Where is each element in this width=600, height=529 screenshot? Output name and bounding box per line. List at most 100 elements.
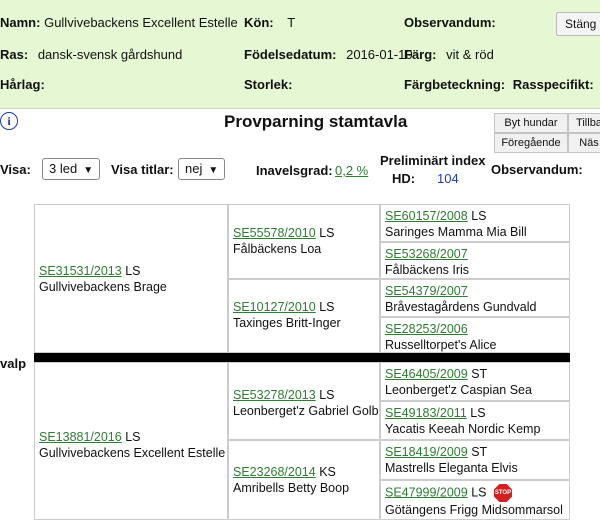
harlag-row: Hårlag: (0, 77, 45, 92)
great-grandparent: SE49183/2011 LS Yacatis Keeah Nordic Kem… (380, 401, 570, 440)
inavelsgrad-link[interactable]: 0,2 % (335, 163, 368, 178)
valp-label: valp (0, 356, 27, 371)
ras-row: Ras: dansk-svensk gårdshund (0, 47, 182, 62)
hd-index-value: 104 (437, 171, 459, 186)
visa-select-value: 3 led (49, 161, 78, 176)
pedigree-table: SE31531/2013 LS Gullvivebackens Brage SE… (34, 204, 570, 520)
ggp-suffix: ST (471, 445, 488, 459)
great-grandparent: SE53268/2007 Fålbäckens Iris (380, 242, 570, 279)
foregaende-button[interactable]: Föregående (494, 133, 568, 153)
gp4-reg-link[interactable]: SE23268/2014 (233, 465, 316, 479)
chevron-down-icon: ▼ (208, 165, 219, 176)
great-grandparent: SE60157/2008 LS Saringes Mamma Mia Bill (380, 204, 570, 242)
parent-dam: SE13881/2016 LS Gullvivebackens Excellen… (34, 362, 228, 520)
ggp-reg-link[interactable]: SE54379/2007 (385, 284, 468, 298)
kon-value: T (287, 15, 296, 30)
ggp-reg-link[interactable]: SE47999/2009 (385, 485, 468, 499)
gp3-suffix: LS (319, 388, 335, 402)
info-icon[interactable]: i (0, 112, 18, 130)
byt-hundar-button[interactable]: Byt hundar (494, 113, 568, 133)
gp4-suffix: KS (319, 465, 336, 479)
observandum-info: Observandum: (404, 15, 496, 30)
fargbeteckning-label: Färgbeteckning: (404, 77, 506, 92)
great-grandparent: SE54379/2007 Bråvestagårdens Gundvald (380, 279, 570, 317)
parent-sire: SE31531/2013 LS Gullvivebackens Brage (34, 204, 228, 353)
visa-label: Visa: (0, 162, 31, 177)
gp3-reg-link[interactable]: SE53278/2013 (233, 388, 316, 402)
gp4-name: Amribells Betty Boop (233, 481, 350, 495)
gp2-suffix: LS (319, 300, 335, 314)
fodelsedatum-label: Födelsedatum: (244, 47, 337, 62)
farg-label: Färg: (404, 47, 437, 62)
hd-label: HD: (392, 171, 416, 186)
ggp-reg-link[interactable]: SE60157/2008 (385, 209, 468, 223)
visa-titlar-select-value: nej (185, 161, 203, 176)
ggp-name: Götängens Frigg Midsommarsol (385, 503, 563, 517)
grandparent-4: SE23268/2014 KS Amribells Betty Boop (228, 440, 380, 520)
dog-info-panel: Namn: Gullvivebackens Excellent Estelle … (0, 0, 600, 109)
farg-value: vit & röd (446, 47, 494, 62)
ggp-suffix: ST (471, 367, 488, 381)
ggp-reg-link[interactable]: SE18419/2009 (385, 445, 468, 459)
great-grandparent: SE28253/2006 Russelltorpet's Alice (380, 317, 570, 353)
namn-value: Gullvivebackens Excellent Estelle (44, 15, 238, 30)
great-grandparent: SE47999/2009 LS STOP Götängens Frigg Mid… (380, 480, 570, 520)
ggp-reg-link[interactable]: SE46405/2009 (385, 367, 468, 381)
gp1-name: Fålbäckens Loa (233, 242, 322, 256)
ggp-name: Bråvestagårdens Gundvald (385, 300, 537, 314)
ggp-suffix: LS (471, 209, 487, 223)
grandparent-1: SE55578/2010 LS Fålbäckens Loa (228, 204, 380, 279)
great-grandparent: SE18419/2009 ST Mastrells Eleganta Elvis (380, 440, 570, 480)
grandparent-3: SE53278/2013 LS Leonberget'z Gabriel Gol… (228, 362, 380, 440)
visa-titlar-label: Visa titlar: (111, 162, 174, 177)
dam-name: Gullvivebackens Excellent Estelle (39, 446, 226, 460)
kon-label: Kön: (244, 15, 274, 30)
grandparent-2: SE10127/2010 LS Taxinges Britt-Inger (228, 279, 380, 353)
fargbeteckning-row: Färgbeteckning: Rasspecifikt: LS (404, 77, 600, 92)
gp2-reg-link[interactable]: SE10127/2010 (233, 300, 316, 314)
ggp-name: Russelltorpet's Alice (385, 338, 497, 352)
ras-value: dansk-svensk gårdshund (37, 47, 183, 62)
sire-reg-link[interactable]: SE31531/2013 (39, 264, 122, 278)
harlag-label: Hårlag: (0, 77, 45, 92)
page-title: Provparning stamtavla (224, 112, 408, 131)
ggp-name: Yacatis Keeah Nordic Kemp (385, 422, 541, 436)
gp3-name: Leonberget'z Gabriel Golb (233, 404, 379, 418)
prelim-index-label: Preliminärt index (380, 153, 486, 168)
ggp-name: Leonberget'z Caspian Sea (385, 383, 532, 397)
visa-select[interactable]: 3 led ▼ (42, 158, 101, 180)
ggp-suffix: LS (470, 406, 486, 420)
ras-label: Ras: (0, 47, 29, 62)
fodelsedatum-row: Födelsedatum: 2016-01-10 (244, 47, 413, 62)
namn-label: Namn: (0, 15, 41, 30)
ggp-name: Saringes Mamma Mia Bill (385, 225, 527, 239)
sire-name: Gullvivebackens Brage (39, 280, 167, 294)
namn-row: Namn: Gullvivebackens Excellent Estelle (0, 15, 238, 30)
observandum-label-2: Observandum: (491, 162, 583, 177)
nasta-button[interactable]: Näs (568, 133, 600, 153)
close-button[interactable]: Stäng f (556, 12, 600, 36)
observandum-label: Observandum: (404, 15, 496, 30)
tillbaka-button[interactable]: Tillba (568, 113, 600, 133)
dam-reg-link[interactable]: SE13881/2016 (39, 430, 122, 444)
gp1-reg-link[interactable]: SE55578/2010 (233, 226, 316, 240)
ggp-suffix: LS (471, 485, 487, 500)
gp1-suffix: LS (319, 226, 335, 240)
great-grandparent: SE46405/2009 ST Leonberget'z Caspian Sea (380, 362, 570, 401)
dam-suffix: LS (125, 430, 141, 444)
ggp-reg-link[interactable]: SE53268/2007 (385, 247, 468, 261)
ggp-name: Fålbäckens Iris (385, 263, 470, 277)
chevron-down-icon: ▼ (83, 165, 94, 176)
storlek-row: Storlek: (244, 77, 292, 92)
gp2-name: Taxinges Britt-Inger (233, 316, 341, 330)
ggp-name: Mastrells Eleganta Elvis (385, 461, 518, 475)
inavelsgrad-label: Inavelsgrad: (256, 163, 333, 178)
farg-row: Färg: vit & röd (404, 47, 494, 62)
ggp-reg-link[interactable]: SE28253/2006 (385, 322, 468, 336)
rasspecifikt-label: Rasspecifikt: (512, 77, 594, 92)
visa-titlar-select[interactable]: nej ▼ (178, 158, 226, 180)
kon-row: Kön: T (244, 15, 295, 30)
storlek-label: Storlek: (244, 77, 293, 92)
sire-suffix: LS (125, 264, 141, 278)
ggp-reg-link[interactable]: SE49183/2011 (385, 406, 467, 420)
